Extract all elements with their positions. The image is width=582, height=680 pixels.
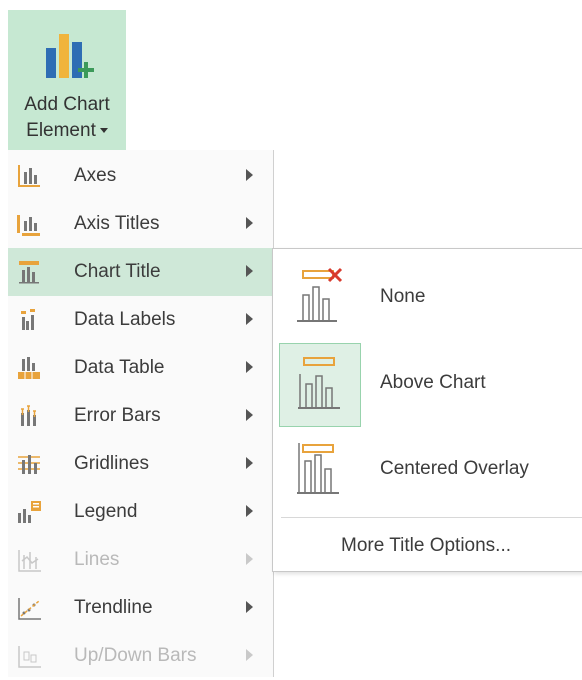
menu-item-legend[interactable]: Legend <box>8 488 273 536</box>
menu-item-label: Axis Titles <box>74 213 160 234</box>
add-chart-element-icon <box>46 34 94 78</box>
no-chart-title-icon <box>297 267 343 322</box>
chart-title-icon <box>19 261 39 284</box>
menu-item-axes[interactable]: Axes <box>8 152 273 200</box>
title-above-chart-icon <box>298 357 340 409</box>
menu-item-trendline[interactable]: Trendline <box>8 584 273 632</box>
menu-item-label: Axes <box>74 165 117 186</box>
submenu-arrow-icon <box>246 457 253 469</box>
dropdown-caret-icon <box>99 128 108 134</box>
menu-item-label: Gridlines <box>74 453 149 474</box>
data-table-icon <box>18 357 40 379</box>
axis-titles-icon <box>17 215 40 236</box>
submenu-arrow-icon <box>246 601 253 613</box>
option-above-chart[interactable]: Above Chart <box>380 372 486 394</box>
menu-item-label: Data Table <box>74 357 165 378</box>
menu-item-label: Up/Down Bars <box>74 645 197 666</box>
submenu-arrow-icon <box>246 313 253 325</box>
menu-item-axis-titles[interactable]: Axis Titles <box>8 200 273 248</box>
option-centered-overlay[interactable]: Centered Overlay <box>380 458 529 480</box>
up-down-bars-icon <box>18 646 41 668</box>
submenu-arrow-icon <box>246 505 253 517</box>
menu-item-label: Data Labels <box>74 309 176 330</box>
chart-title-submenu: None Above Chart Centered Overlay More T… <box>272 248 582 572</box>
add-chart-element-button[interactable]: Add Chart Element <box>8 10 126 150</box>
submenu-arrow-icon <box>246 553 253 565</box>
trendline-icon <box>18 598 41 620</box>
button-label-line2: Element <box>8 120 126 142</box>
button-label-line1: Add Chart <box>24 94 110 115</box>
more-title-options[interactable]: More Title Options... <box>341 535 511 557</box>
option-none-icon-box[interactable] <box>279 257 359 339</box>
submenu-arrow-icon <box>246 361 253 373</box>
menu-item-up-down-bars: Up/Down Bars <box>8 632 273 680</box>
menu-item-error-bars[interactable]: Error Bars <box>8 392 273 440</box>
option-above-chart-icon-box[interactable] <box>279 343 361 427</box>
submenu-divider <box>281 517 582 518</box>
submenu-arrow-icon <box>246 409 253 421</box>
lines-icon <box>18 550 41 572</box>
menu-item-label: Error Bars <box>74 405 161 426</box>
submenu-arrow-icon <box>246 265 253 277</box>
chart-element-menu: Axes Axis Titles Chart Title Data Labels… <box>8 150 274 677</box>
menu-item-label: Chart Title <box>74 261 161 282</box>
menu-item-data-labels[interactable]: Data Labels <box>8 296 273 344</box>
data-labels-icon <box>21 309 35 330</box>
menu-item-chart-title[interactable]: Chart Title <box>8 248 273 296</box>
option-none[interactable]: None <box>380 286 425 308</box>
submenu-arrow-icon <box>246 169 253 181</box>
option-centered-overlay-icon-box[interactable] <box>279 429 359 511</box>
menu-item-lines: Lines <box>8 536 273 584</box>
submenu-arrow-icon <box>246 217 253 229</box>
menu-item-label: Trendline <box>74 597 153 618</box>
menu-item-data-table[interactable]: Data Table <box>8 344 273 392</box>
axes-icon <box>18 165 40 187</box>
menu-item-label: Lines <box>74 549 120 570</box>
centered-overlay-title-icon <box>297 443 339 494</box>
gridlines-icon <box>18 455 40 474</box>
legend-icon <box>18 501 41 523</box>
menu-item-gridlines[interactable]: Gridlines <box>8 440 273 488</box>
error-bars-icon <box>21 405 36 426</box>
menu-item-label: Legend <box>74 501 138 522</box>
submenu-arrow-icon <box>246 649 253 661</box>
